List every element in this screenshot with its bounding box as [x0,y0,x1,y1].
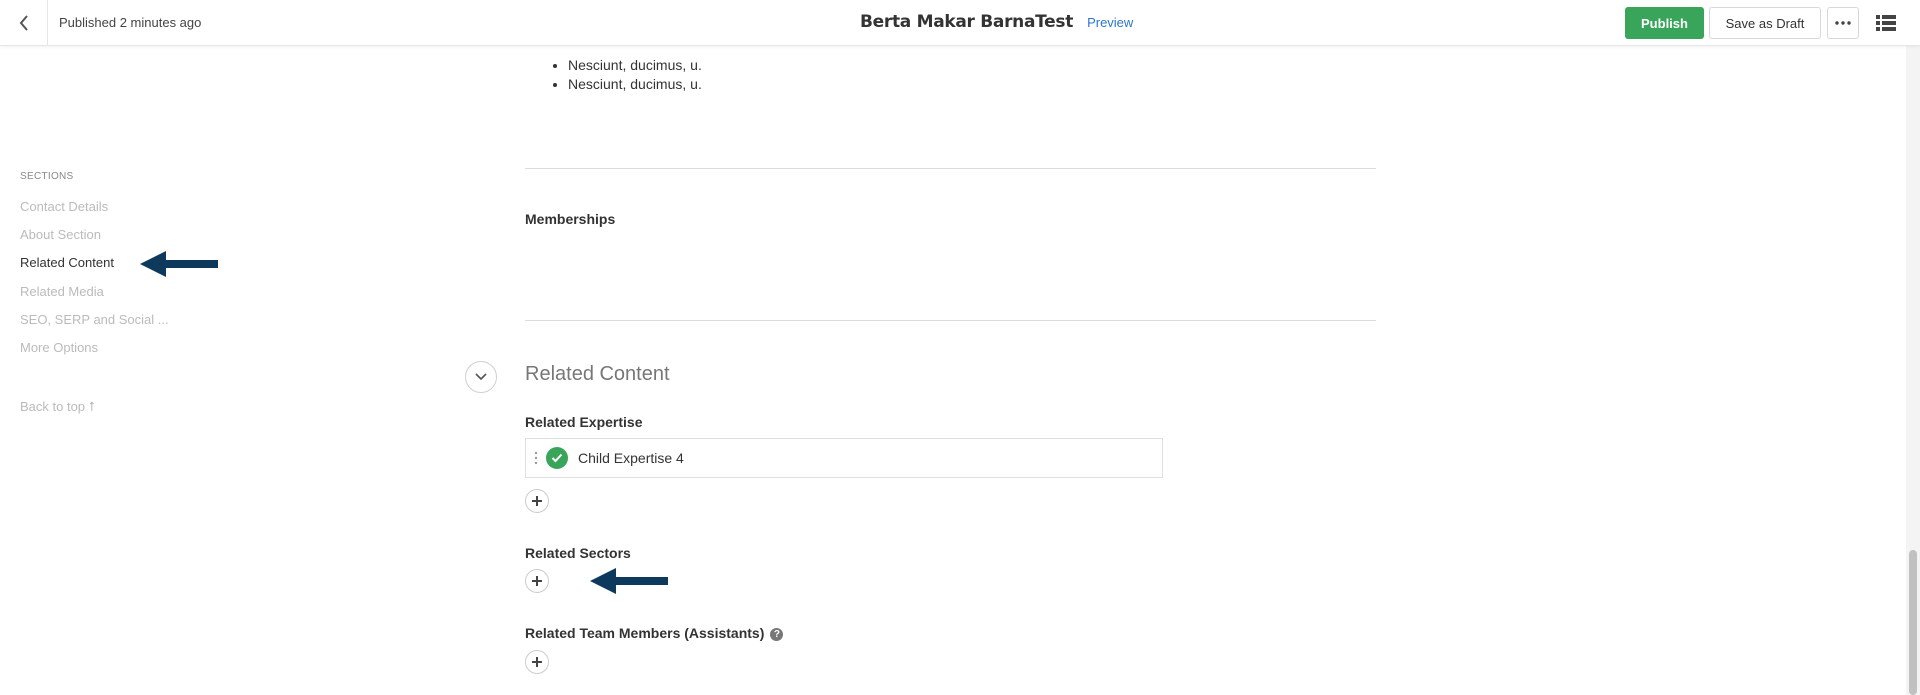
save-draft-button[interactable]: Save as Draft [1709,7,1821,39]
help-icon[interactable]: ? [770,627,784,641]
sidebar-item-related-content[interactable]: Related Content [20,255,114,270]
annotation-arrow-icon [140,251,218,277]
drag-handle-icon[interactable] [528,451,544,465]
add-expertise-button[interactable] [525,489,549,513]
list-view-icon [1876,15,1896,31]
sidebar-item-related-media[interactable]: Related Media [20,284,104,299]
chevron-left-icon [19,15,28,31]
publish-button[interactable]: Publish [1625,7,1704,39]
related-team-label: Related Team Members (Assistants)? [525,625,784,641]
plus-icon [532,657,542,667]
expertise-reference-item[interactable]: Child Expertise 4 [525,438,1163,478]
reference-title: Child Expertise 4 [578,450,684,466]
sidebar-item-contact-details[interactable]: Contact Details [20,199,108,214]
sidebar-item-more-options[interactable]: More Options [20,340,98,355]
list-item: Nesciunt, ducimus, u. [568,75,702,94]
add-sector-button[interactable] [525,569,549,593]
divider [525,320,1376,321]
bullet-list: Nesciunt, ducimus, u. Nesciunt, ducimus,… [550,56,702,94]
related-team-label-text: Related Team Members (Assistants) [525,625,765,641]
section-title: Related Content [525,363,670,385]
back-button[interactable] [0,0,48,46]
add-team-member-button[interactable] [525,650,549,674]
check-circle-icon [546,447,568,469]
list-item: Nesciunt, ducimus, u. [568,56,702,75]
title-group: Berta Makar BarnaTest Preview [860,12,1133,32]
scrollbar-thumb[interactable] [1909,550,1917,695]
plus-icon [532,496,542,506]
sidebar-item-seo[interactable]: SEO, SERP and Social ... [20,312,169,327]
preview-link[interactable]: Preview [1087,15,1133,30]
memberships-label: Memberships [525,211,616,227]
collapse-section-button[interactable] [465,361,497,393]
back-to-top-link[interactable]: Back to top ⭡ [20,399,95,415]
top-bar: Published 2 minutes ago Berta Makar Barn… [0,0,1920,46]
annotation-arrow-icon [590,568,668,594]
plus-icon [532,576,542,586]
list-view-button[interactable] [1873,10,1899,36]
more-options-button[interactable] [1827,7,1859,39]
related-expertise-label: Related Expertise [525,414,643,430]
related-sectors-label: Related Sectors [525,545,631,561]
divider [525,168,1376,169]
more-horizontal-icon [1835,21,1851,25]
publish-status: Published 2 minutes ago [59,15,202,30]
chevron-down-icon [475,373,487,381]
page-title: Berta Makar BarnaTest [860,12,1074,32]
sections-heading: SECTIONS [20,171,74,182]
sidebar-item-about-section[interactable]: About Section [20,227,101,242]
